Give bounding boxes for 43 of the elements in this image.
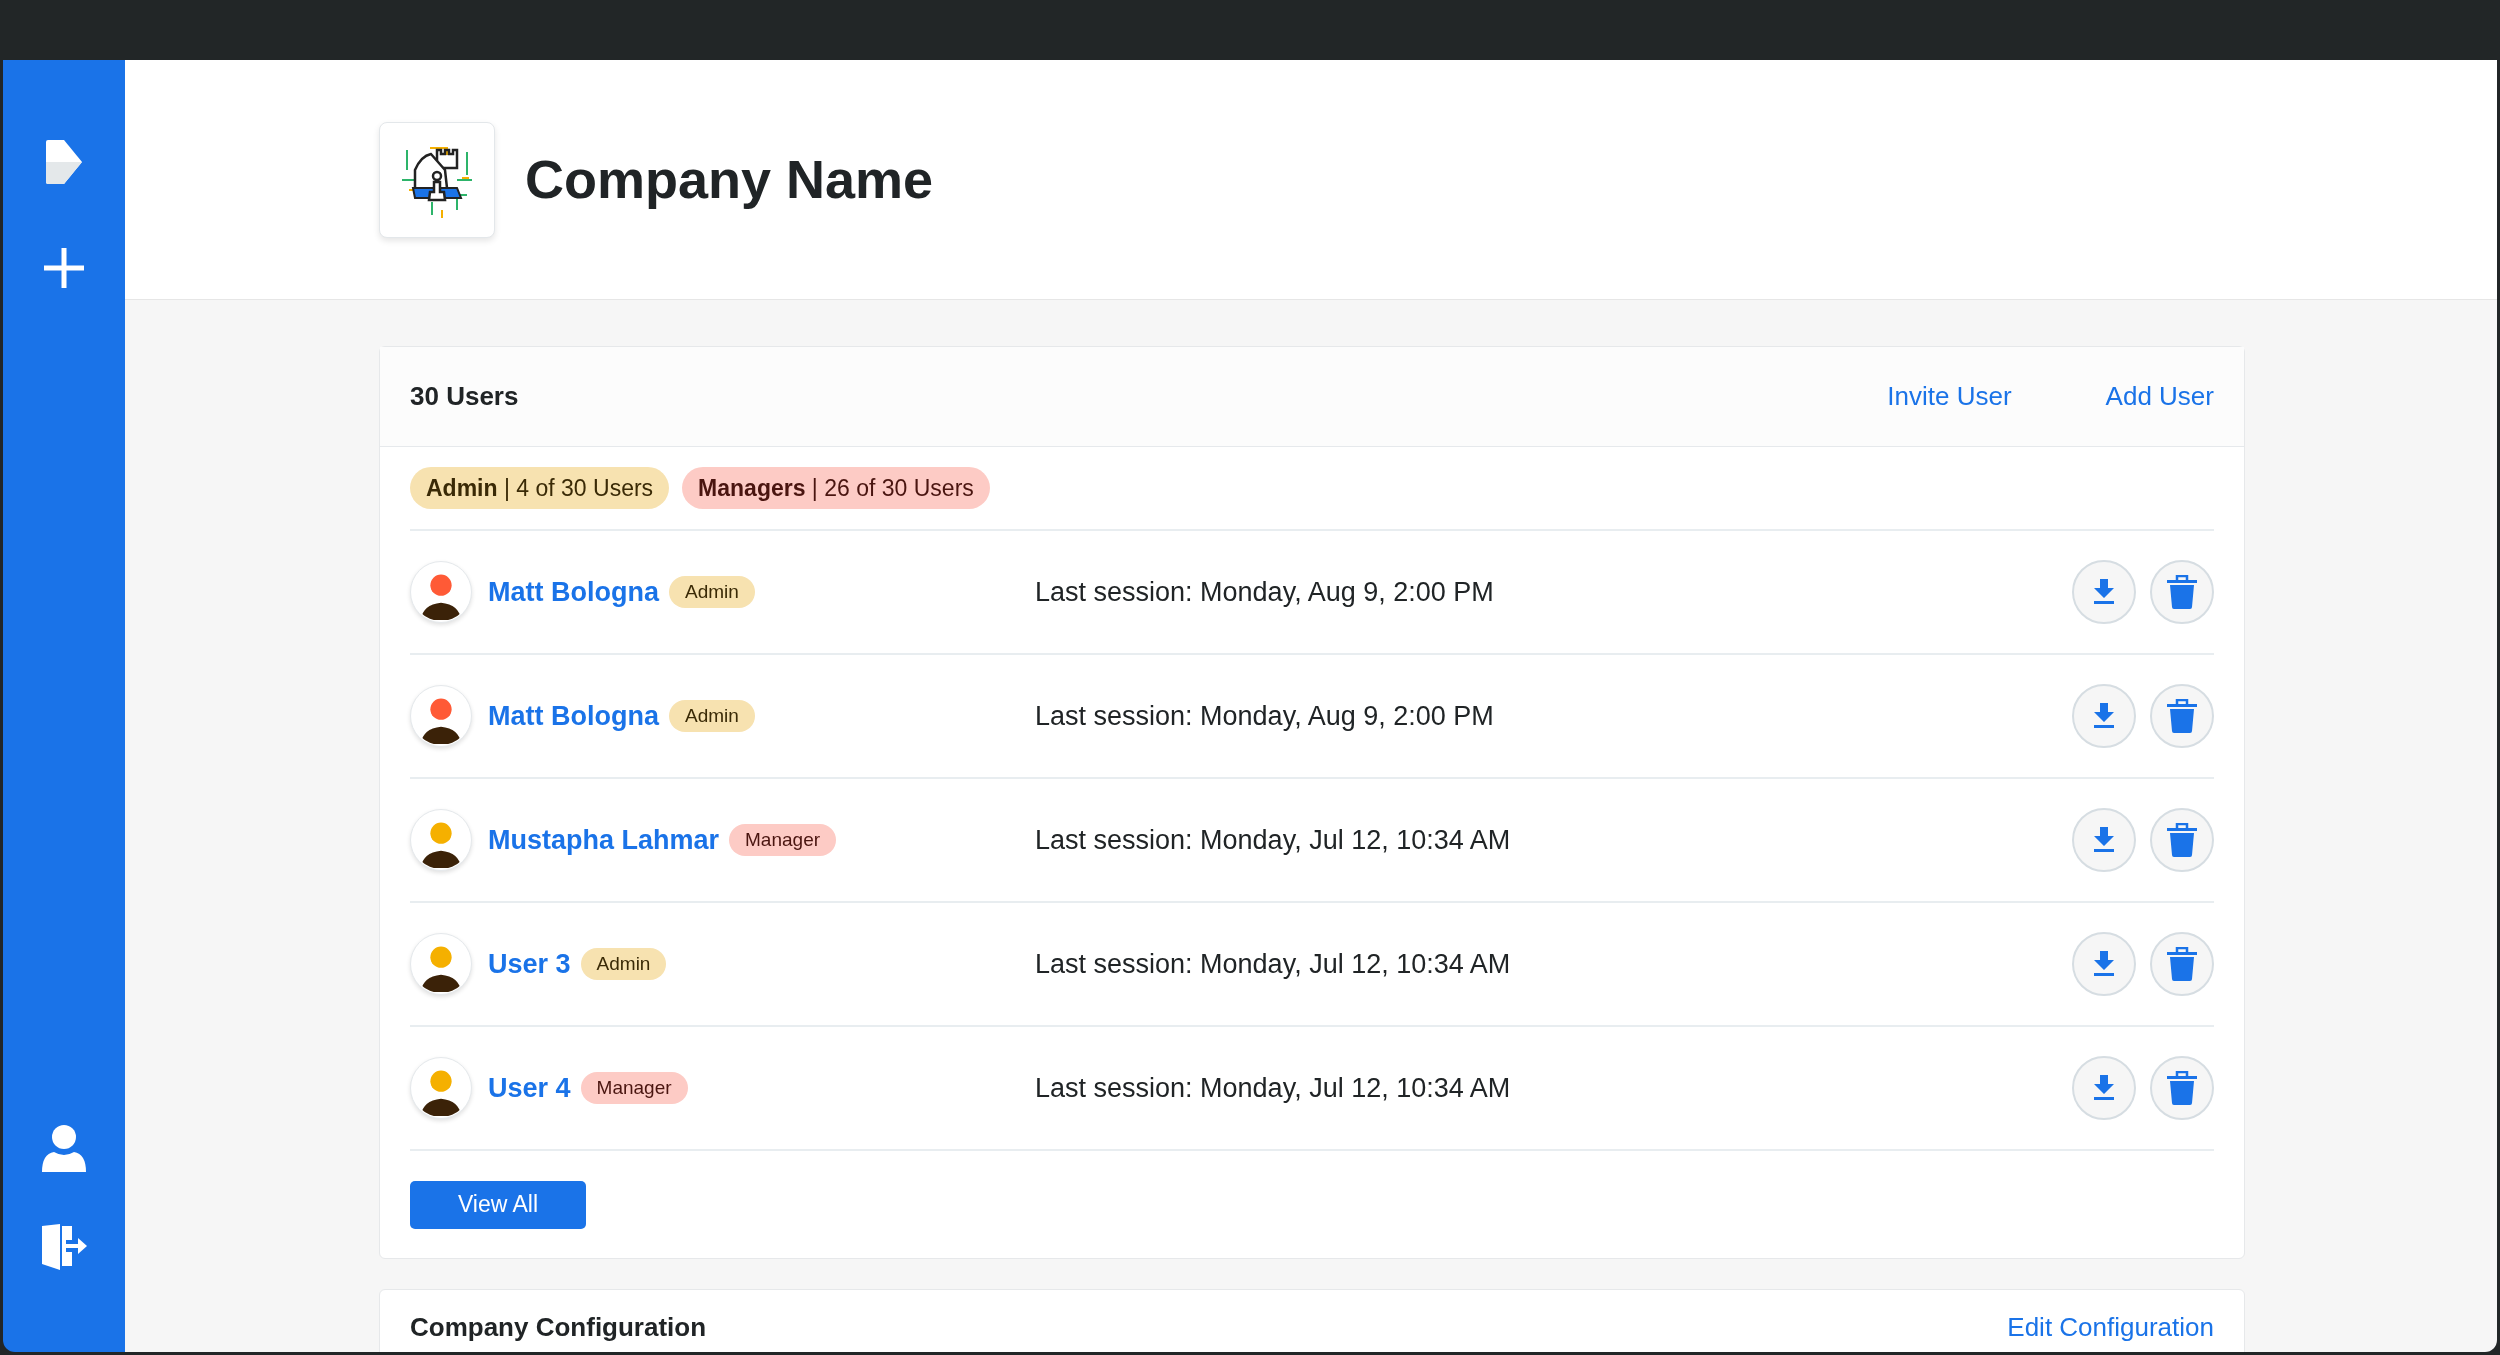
last-session-text: Last session: Monday, Jul 12, 10:34 AM (1035, 823, 1512, 857)
last-session-text: Last session: Monday, Jul 12, 10:34 AM (1035, 1071, 1512, 1105)
exit-door-icon[interactable] (40, 1222, 88, 1272)
avatar-icon (410, 685, 472, 747)
trash-icon (2166, 699, 2198, 733)
edit-configuration-link[interactable]: Edit Configuration (2007, 1308, 2214, 1347)
users-count-title: 30 Users (410, 380, 519, 413)
action-link[interactable]: Invite User (1887, 377, 2012, 416)
download-icon (2093, 951, 2115, 977)
user-name-link[interactable]: Matt Bologna (488, 695, 659, 737)
user-name-link[interactable]: Matt Bologna (488, 571, 659, 613)
user-name-link[interactable]: User 3 (488, 943, 571, 985)
logo-icon[interactable] (44, 138, 84, 186)
user-name-link[interactable]: Mustapha Lahmar (488, 819, 720, 861)
trash-icon (2166, 1071, 2198, 1105)
last-session-text: Last session: Monday, Aug 9, 2:00 PM (1035, 699, 1495, 733)
role-tag: Manager (729, 823, 837, 857)
role-summary-pill: Admin | 4 of 30 Users (410, 466, 670, 510)
user-name-link[interactable]: User 4 (488, 1067, 571, 1109)
trash-icon (2166, 575, 2198, 609)
view-all-button[interactable]: View All (410, 1180, 586, 1229)
last-session-text: Last session: Monday, Aug 9, 2:00 PM (1035, 575, 1495, 609)
download-icon (2093, 703, 2115, 729)
role-tag: Manager (580, 1071, 688, 1105)
role-tag: Admin (669, 699, 755, 733)
role-tag: Admin (669, 575, 755, 609)
download-icon (2093, 1075, 2115, 1101)
download-icon (2093, 827, 2115, 853)
last-session-text: Last session: Monday, Jul 12, 10:34 AM (1035, 947, 1512, 981)
config-title: Company Configuration (410, 1311, 707, 1344)
user-icon[interactable] (40, 1124, 88, 1172)
avatar-icon (410, 809, 472, 871)
trash-icon (2166, 947, 2198, 981)
avatar-icon (410, 561, 472, 623)
download-icon (2093, 579, 2115, 605)
role-summary-pill: Managers | 26 of 30 Users (682, 466, 990, 510)
company-name-title: Company Name (525, 148, 934, 211)
avatar-icon (410, 1057, 472, 1119)
avatar-icon (410, 933, 472, 995)
plus-icon[interactable] (42, 246, 86, 290)
role-tag: Admin (580, 947, 667, 981)
trash-icon (2166, 823, 2198, 857)
action-link[interactable]: Add User (2105, 377, 2214, 416)
